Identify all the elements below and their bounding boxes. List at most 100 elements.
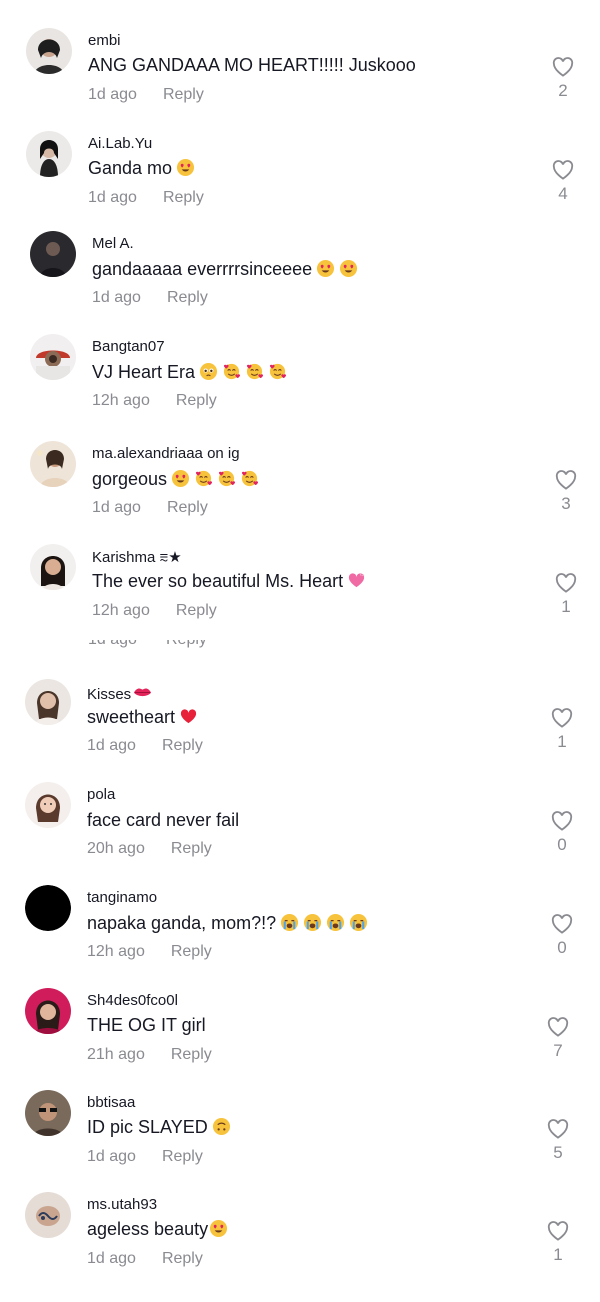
heart-eyes-emoji-icon	[172, 469, 190, 488]
comment-text: napaka ganda, mom?!?	[87, 913, 368, 934]
username[interactable]: Kisses	[87, 683, 152, 703]
timestamp: 1d ago	[88, 189, 137, 206]
timestamp: 1d ago	[87, 737, 136, 754]
avatar[interactable]	[30, 334, 76, 380]
username[interactable]: ms.utah93	[87, 1196, 157, 1213]
timestamp: 12h ago	[92, 392, 150, 409]
like-count: 4	[558, 184, 568, 203]
smiling-hearts-emoji-icon	[223, 363, 241, 380]
like-button[interactable]: 1	[543, 1221, 573, 1265]
avatar[interactable]	[26, 28, 72, 74]
timestamp: 1d ago	[88, 86, 137, 103]
username[interactable]: ma.alexandriaaa on ig	[92, 445, 240, 462]
red-heart-emoji-icon	[180, 709, 197, 724]
reply-button[interactable]: Reply	[176, 602, 217, 619]
smiling-hearts-emoji-icon	[195, 470, 213, 487]
timestamp: 1d ago	[92, 289, 141, 306]
username[interactable]: Karishma ⩳★	[92, 548, 182, 566]
like-button[interactable]: 3	[551, 470, 581, 514]
reply-button[interactable]: Reply	[162, 1250, 203, 1267]
heart-eyes-emoji-icon	[210, 1219, 228, 1238]
reply-button[interactable]: Reply	[167, 289, 208, 306]
heart-outline-icon	[547, 1221, 569, 1241]
pink-heart-emoji-icon	[348, 573, 365, 588]
comment-meta: 12h ago Reply	[92, 602, 217, 620]
avatar[interactable]	[30, 544, 76, 590]
timestamp: 12h ago	[87, 943, 145, 960]
reply-button[interactable]: Reply	[162, 737, 203, 754]
username[interactable]: tanginamo	[87, 889, 157, 906]
like-count: 2	[558, 81, 568, 100]
like-button[interactable]: 4	[548, 160, 578, 204]
like-count: 0	[557, 938, 567, 957]
comment-meta: 1d ago Reply	[87, 1148, 203, 1166]
avatar[interactable]	[26, 131, 72, 177]
timestamp: 20h ago	[87, 840, 145, 857]
heart-eyes-emoji-icon	[340, 259, 358, 278]
lips-emoji-icon	[134, 688, 152, 697]
avatar[interactable]	[25, 885, 71, 931]
like-button[interactable]: 7	[543, 1017, 573, 1061]
reply-button[interactable]: Reply	[171, 1046, 212, 1063]
username[interactable]: embi	[88, 32, 121, 49]
reply-button[interactable]: Reply	[163, 189, 204, 206]
avatar[interactable]	[25, 1090, 71, 1136]
heart-outline-icon	[547, 1119, 569, 1139]
comment-text: ID pic SLAYED	[87, 1117, 231, 1138]
heart-outline-icon	[552, 160, 574, 180]
like-count: 5	[553, 1143, 563, 1162]
like-button[interactable]: 0	[547, 811, 577, 855]
crying-face-emoji-icon	[304, 913, 322, 932]
like-button[interactable]: 5	[543, 1119, 573, 1163]
comment-text: The ever so beautiful Ms. Heart	[92, 571, 366, 592]
reply-button[interactable]: Reply	[176, 392, 217, 409]
avatar[interactable]	[30, 441, 76, 487]
like-button[interactable]: 1	[547, 708, 577, 752]
reply-button[interactable]: Reply	[171, 943, 212, 960]
heart-eyes-emoji-icon	[317, 259, 335, 278]
timestamp: 1d ago	[87, 1250, 136, 1267]
timestamp: 1d ago	[88, 640, 137, 649]
username[interactable]: Mel A.	[92, 235, 134, 252]
reply-button[interactable]: Reply	[167, 499, 208, 516]
comment-text: VJ Heart Era	[92, 362, 287, 383]
username[interactable]: Sh4des0fco0l	[87, 992, 178, 1009]
heart-outline-icon	[555, 470, 577, 490]
username[interactable]: Bangtan07	[92, 338, 165, 355]
clipped-comment-meta: 1d ago Reply	[86, 640, 586, 654]
comment-meta: 1d ago Reply	[87, 737, 203, 755]
smiling-hearts-emoji-icon	[269, 363, 287, 380]
comment-meta: 1d ago Reply	[87, 1250, 203, 1268]
comment-meta: 1d ago Reply	[92, 499, 208, 517]
heart-outline-icon	[547, 1017, 569, 1037]
reply-button[interactable]: Reply	[162, 1148, 203, 1165]
comment-text: Ganda mo	[88, 158, 195, 179]
comment-text: gandaaaaa everrrrsinceeee	[92, 259, 358, 280]
avatar[interactable]	[25, 782, 71, 828]
comment-text: ANG GANDAAA MO HEART!!!!! Juskooo	[88, 55, 416, 75]
username[interactable]: bbtisaa	[87, 1094, 135, 1111]
comment-meta: 1d ago Reply	[88, 189, 204, 207]
username[interactable]: pola	[87, 786, 115, 803]
like-button[interactable]: 2	[548, 57, 578, 101]
timestamp: 12h ago	[92, 602, 150, 619]
smiling-hearts-emoji-icon	[246, 363, 264, 380]
crying-face-emoji-icon	[327, 913, 345, 932]
reply-button[interactable]: Reply	[171, 840, 212, 857]
like-count: 0	[557, 835, 567, 854]
like-count: 7	[553, 1041, 563, 1060]
avatar[interactable]	[30, 231, 76, 277]
avatar[interactable]	[25, 679, 71, 725]
timestamp: 21h ago	[87, 1046, 145, 1063]
crying-face-emoji-icon	[350, 913, 368, 932]
reply-button[interactable]: Reply	[163, 86, 204, 103]
timestamp: 1d ago	[87, 1148, 136, 1165]
like-button[interactable]: 1	[551, 573, 581, 617]
avatar[interactable]	[25, 1192, 71, 1238]
comment-text: sweetheart	[87, 707, 198, 728]
username[interactable]: Ai.Lab.Yu	[88, 135, 152, 152]
reply-button[interactable]: Reply	[166, 640, 207, 649]
like-button[interactable]: 0	[547, 914, 577, 958]
avatar[interactable]	[25, 988, 71, 1034]
heart-eyes-emoji-icon	[177, 158, 195, 177]
